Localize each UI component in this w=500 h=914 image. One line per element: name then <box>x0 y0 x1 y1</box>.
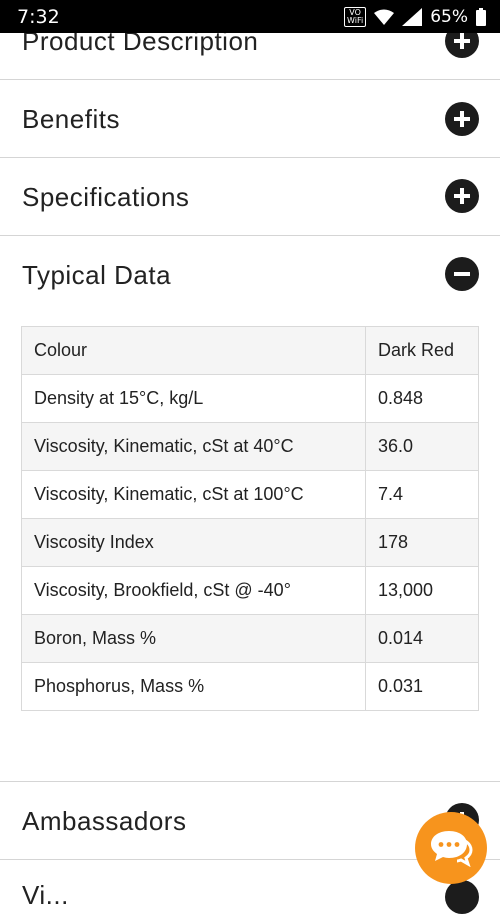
accordion-specifications[interactable]: Specifications <box>0 158 500 236</box>
accordion-title: Vi... <box>22 880 69 910</box>
table-row: Boron, Mass % 0.014 <box>21 614 479 663</box>
accordion-title: Specifications <box>22 182 190 212</box>
table-row: Phosphorus, Mass % 0.031 <box>21 662 479 711</box>
value-cell: 0.848 <box>365 374 479 423</box>
accordion-title: Benefits <box>22 104 120 134</box>
property-cell: Boron, Mass % <box>21 614 366 663</box>
value-cell: 0.031 <box>365 662 479 711</box>
plus-circle-icon[interactable] <box>445 102 479 136</box>
table-row: Viscosity, Brookfield, cSt @ -40° 13,000 <box>21 566 479 615</box>
plus-circle-icon[interactable] <box>445 880 479 914</box>
table-row: Viscosity, Kinematic, cSt at 100°C 7.4 <box>21 470 479 519</box>
accordion-title: Typical Data <box>22 260 172 290</box>
accordion-title: Ambassadors <box>22 806 187 836</box>
wifi-icon <box>374 9 395 25</box>
table-row: Viscosity, Kinematic, cSt at 40°C 36.0 <box>21 422 479 471</box>
property-cell: Viscosity, Kinematic, cSt at 40°C <box>21 422 366 471</box>
value-cell: 0.014 <box>365 614 479 663</box>
property-cell: Viscosity, Brookfield, cSt @ -40° <box>21 566 366 615</box>
table-row: Viscosity Index 178 <box>21 518 479 567</box>
chat-bubbles-icon <box>431 831 473 867</box>
minus-circle-icon[interactable] <box>445 257 479 291</box>
chat-button[interactable] <box>415 812 487 884</box>
property-cell: Density at 15°C, kg/L <box>21 374 366 423</box>
value-cell: Dark Red <box>365 326 479 375</box>
value-cell: 7.4 <box>365 470 479 519</box>
clock: 7:32 <box>17 5 60 28</box>
value-cell: 178 <box>365 518 479 567</box>
value-cell: 13,000 <box>365 566 479 615</box>
property-cell: Viscosity, Kinematic, cSt at 100°C <box>21 470 366 519</box>
table-row: Colour Dark Red <box>21 326 479 375</box>
property-cell: Viscosity Index <box>21 518 366 567</box>
typical-data-table: Colour Dark Red Density at 15°C, kg/L 0.… <box>21 326 479 711</box>
table-row: Density at 15°C, kg/L 0.848 <box>21 374 479 423</box>
plus-circle-icon[interactable] <box>445 179 479 213</box>
status-bar: 7:32 VO WiFi 65% <box>0 0 500 33</box>
property-cell: Colour <box>21 326 366 375</box>
accordion-benefits[interactable]: Benefits <box>0 80 500 158</box>
value-cell: 36.0 <box>365 422 479 471</box>
property-cell: Phosphorus, Mass % <box>21 662 366 711</box>
status-icons: VO WiFi 65% <box>344 6 486 27</box>
vowifi-icon: VO WiFi <box>344 6 367 27</box>
signal-icon <box>402 7 423 26</box>
battery-percent: 65% <box>430 6 468 27</box>
battery-icon <box>476 7 486 26</box>
